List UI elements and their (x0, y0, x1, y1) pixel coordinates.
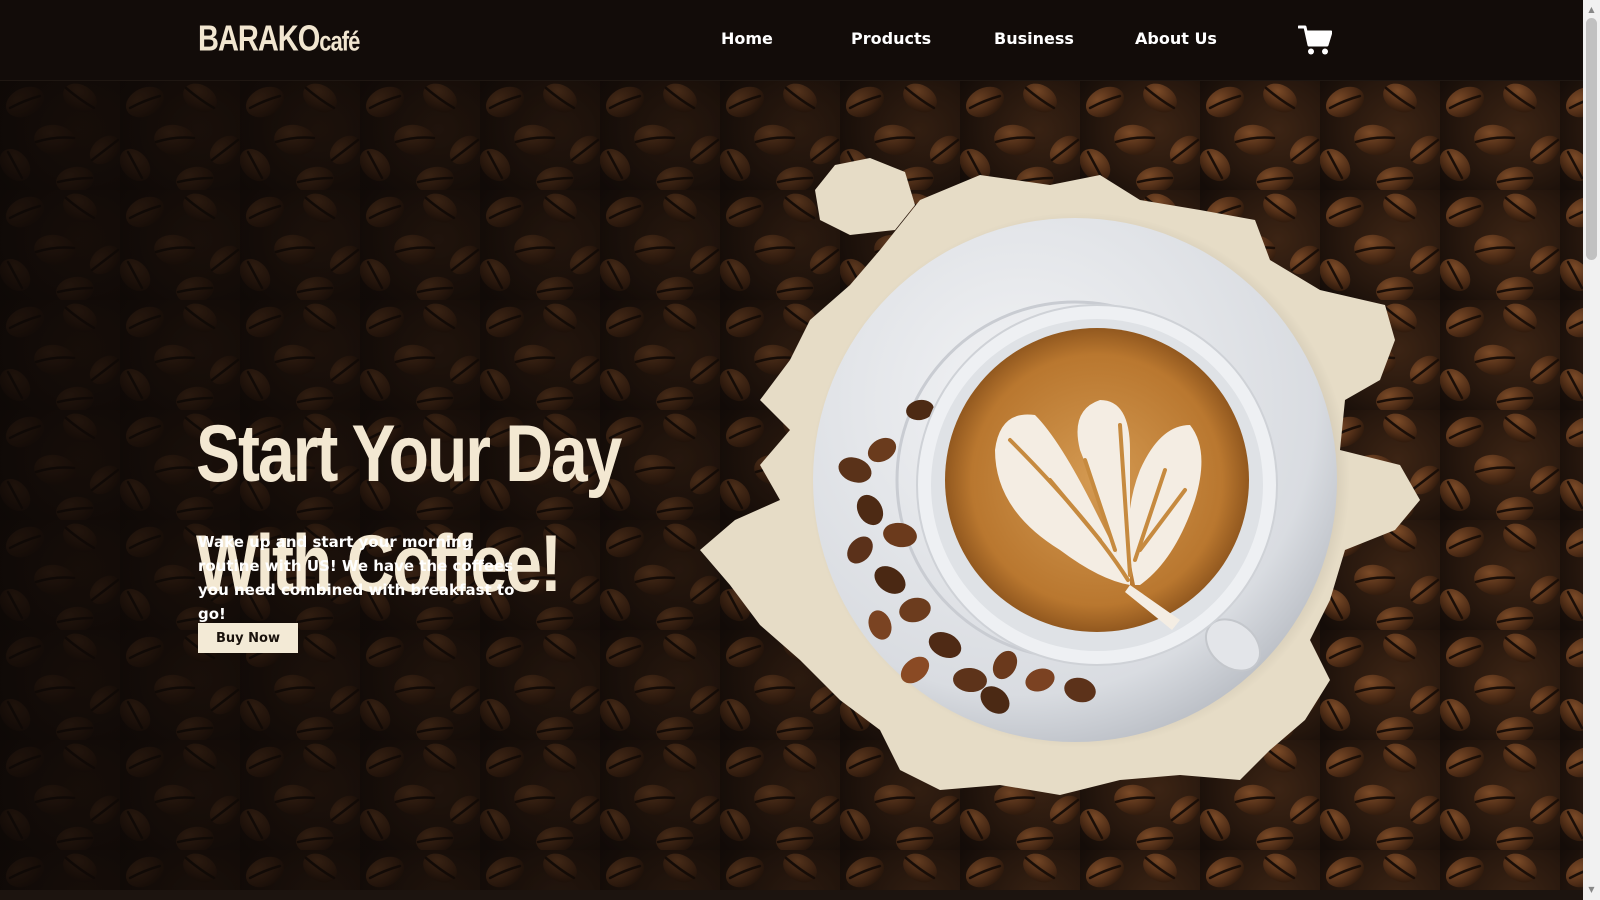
scrollbar-thumb[interactable] (1586, 18, 1597, 260)
brand-logo[interactable]: BARAKOcafé (198, 19, 360, 60)
nav-link-about-us[interactable]: About Us (1135, 29, 1217, 48)
scroll-down-arrow-icon[interactable]: ▼ (1586, 884, 1597, 896)
shopping-cart-icon[interactable] (1298, 24, 1332, 56)
nav-link-business[interactable]: Business (994, 29, 1074, 48)
top-navbar: BARAKOcafé Home Products Business About … (0, 0, 1583, 81)
hero-section: Start Your Day With Coffee! (0, 80, 1583, 890)
buy-now-button[interactable]: Buy Now (198, 623, 298, 653)
scroll-up-arrow-icon[interactable]: ▲ (1586, 4, 1597, 16)
brand-name-main: BARAKO (198, 19, 320, 59)
hero-description: Wake up and start your morning routine w… (198, 533, 515, 623)
section-divider (0, 890, 1583, 900)
nav-link-products[interactable]: Products (851, 29, 931, 48)
hero-headline-line-1: Start Your Day (196, 407, 622, 499)
nav-link-home[interactable]: Home (721, 29, 773, 48)
brand-name-suffix: café (319, 25, 360, 57)
